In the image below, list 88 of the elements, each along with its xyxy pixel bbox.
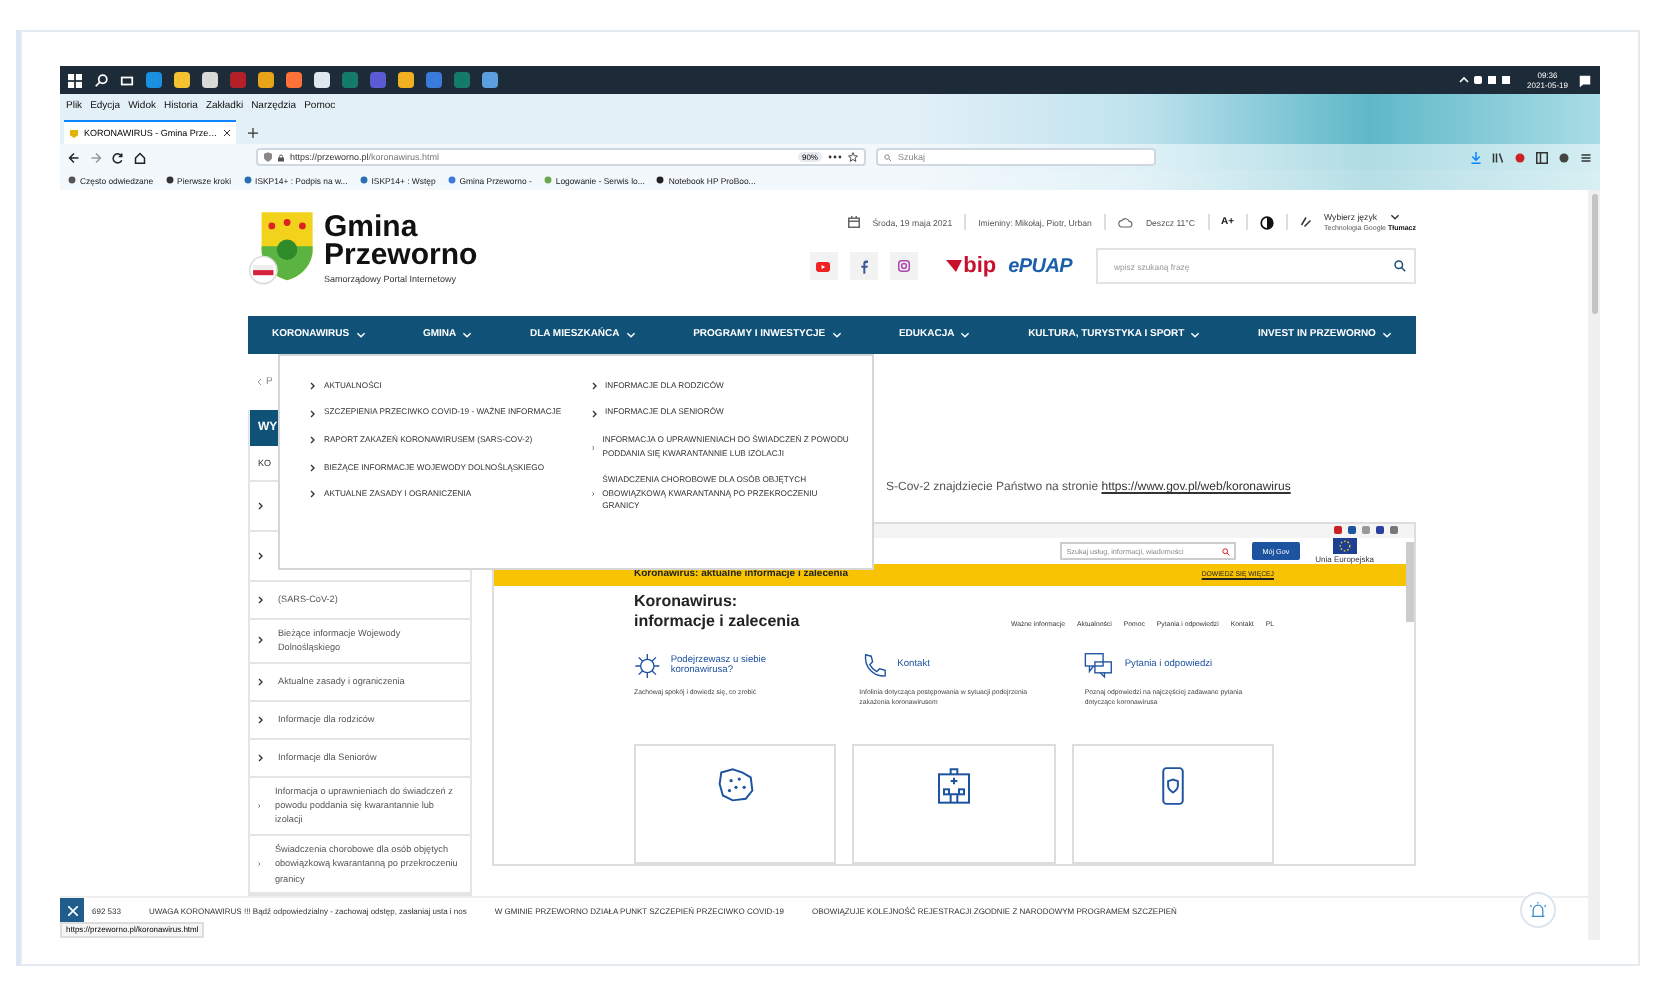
search-icon — [884, 153, 892, 161]
caret-icon — [1389, 214, 1399, 221]
extension-icon[interactable] — [1514, 151, 1526, 163]
page-heading: informacje i zalecenia — [634, 611, 800, 632]
home-icon[interactable] — [134, 151, 146, 163]
youtube-icon — [816, 261, 831, 272]
coat-of-arms-logo[interactable] — [248, 208, 316, 289]
caret-icon — [355, 331, 366, 338]
download-icon[interactable] — [1470, 151, 1482, 163]
bookmark-icon — [447, 176, 456, 184]
caret-icon — [625, 331, 636, 338]
new-tab-icon[interactable] — [247, 128, 258, 138]
app-icon[interactable] — [482, 72, 498, 88]
app-icon[interactable] — [258, 72, 274, 88]
chevron-icon — [591, 409, 597, 418]
chevron-icon — [310, 490, 316, 499]
chevron-icon — [310, 463, 316, 472]
instagram-icon — [897, 260, 910, 273]
chevron-icon — [310, 382, 316, 391]
facebook-link[interactable] — [849, 252, 878, 281]
app-icon[interactable] — [286, 72, 302, 88]
page-heading: Koronawirus: — [634, 591, 740, 612]
app-icon[interactable] — [398, 72, 414, 88]
bookmark-icon — [359, 176, 368, 184]
task-view-icon[interactable] — [120, 73, 134, 87]
app-icon[interactable] — [202, 72, 218, 88]
bookmark-icon — [243, 176, 252, 184]
star-icon[interactable] — [848, 152, 858, 162]
reload-icon[interactable] — [112, 151, 124, 163]
notification-icon[interactable] — [1578, 73, 1592, 87]
bookmark-icon — [68, 176, 76, 184]
library-icon[interactable] — [1492, 151, 1504, 163]
scrollbar-thumb[interactable] — [1591, 194, 1597, 314]
search-icon[interactable] — [1394, 260, 1406, 273]
menu-icon[interactable] — [1580, 151, 1592, 163]
close-icon[interactable] — [223, 130, 230, 136]
cloud-icon — [1117, 217, 1134, 228]
chevron-icon — [310, 409, 316, 418]
chevron-icon — [258, 753, 264, 762]
chevron-icon — [258, 636, 264, 645]
chat-icon — [1084, 651, 1115, 680]
app-icon[interactable] — [314, 72, 330, 88]
back-icon[interactable] — [68, 151, 80, 163]
shield-icon[interactable] — [264, 152, 272, 162]
chevron-icon — [591, 382, 597, 391]
epuap-logo[interactable]: ePUAP — [1008, 255, 1072, 278]
chevron-icon — [258, 501, 264, 510]
sidebar-icon[interactable] — [1536, 151, 1548, 163]
site-title: Przeworno — [324, 241, 478, 270]
chevron-icon — [258, 595, 264, 604]
caret-icon — [1190, 331, 1201, 338]
map-icon — [715, 765, 756, 802]
alarm-button[interactable] — [1520, 892, 1556, 928]
alarm-icon — [1530, 902, 1546, 918]
caret-icon — [462, 331, 473, 338]
lock-icon[interactable] — [278, 153, 284, 161]
phone-icon — [859, 651, 888, 680]
calendar-icon — [848, 216, 861, 229]
app-icon[interactable] — [146, 72, 162, 88]
bip-logo[interactable]: bip — [945, 254, 997, 279]
eu-flag-icon — [1331, 538, 1358, 555]
contrast-icon[interactable] — [1260, 215, 1275, 230]
site-title: Gmina — [324, 213, 418, 242]
windows-logo-icon[interactable] — [68, 73, 82, 87]
chevron-icon — [258, 715, 264, 724]
chevron-icon — [258, 551, 264, 560]
favicon-icon — [70, 129, 78, 137]
close-icon — [67, 905, 77, 915]
mobile-shield-icon — [1159, 765, 1186, 806]
instagram-link[interactable] — [889, 252, 918, 281]
app-icon[interactable] — [174, 72, 190, 88]
triangle-icon — [945, 260, 962, 273]
virus-icon — [634, 651, 661, 680]
more-icon[interactable] — [828, 154, 842, 160]
facebook-icon — [859, 259, 868, 274]
chevron-icon — [258, 677, 264, 686]
caret-icon — [960, 331, 971, 338]
app-icon[interactable] — [426, 72, 442, 88]
bookmark-icon — [543, 176, 552, 184]
caret-icon — [831, 331, 842, 338]
caret-icon — [1381, 331, 1392, 338]
close-button[interactable] — [60, 898, 84, 922]
youtube-link[interactable] — [809, 252, 838, 281]
hospital-icon — [933, 765, 974, 806]
extension-icon[interactable] — [1558, 151, 1570, 163]
bookmark-icon — [656, 176, 665, 184]
chevron-icon — [310, 436, 316, 445]
bookmark-icon — [165, 176, 174, 184]
